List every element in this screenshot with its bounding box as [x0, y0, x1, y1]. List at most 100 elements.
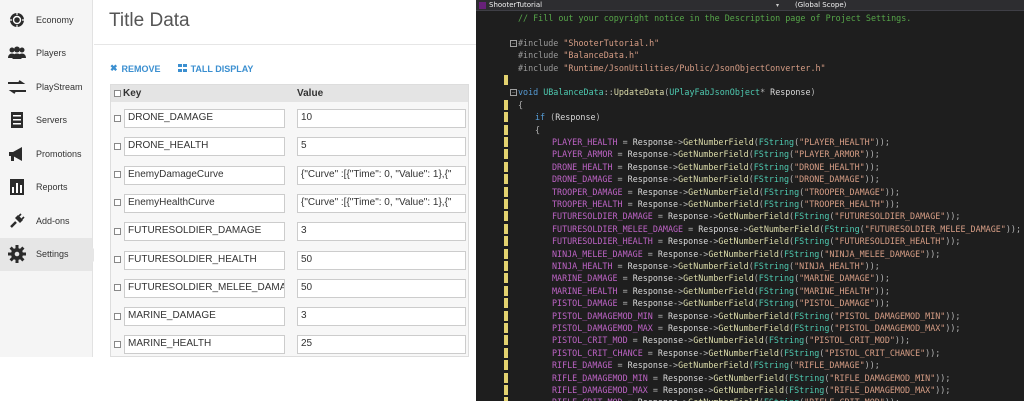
field-name: PISTOL_CRIT_MOD [552, 335, 628, 346]
sidebar-item-players[interactable]: Players [0, 37, 92, 71]
field-key-string: "RIFLE_DAMAGE" [794, 360, 865, 371]
value-field[interactable]: {"Curve" :[{"Time": 0, "Value": 1},{" [297, 193, 466, 213]
change-marker [504, 372, 508, 383]
sidebar-item-economy[interactable]: Economy [0, 3, 92, 37]
key-field[interactable]: FUTURESOLDIER_MELEE_DAMAGE [124, 278, 285, 298]
change-marker [504, 236, 508, 247]
row-checkbox[interactable] [114, 114, 121, 122]
fstring-type: FString [763, 186, 800, 197]
project-dropdown[interactable]: ShooterTutorial [476, 1, 776, 9]
change-marker [504, 137, 508, 147]
key-field[interactable]: MARINE_DAMAGE [124, 307, 285, 327]
param-name: Response [638, 397, 678, 401]
key-column-header: Key [111, 88, 296, 99]
field-name: PISTOL_DAMAGEMOD_MIN [552, 310, 653, 321]
key-field[interactable]: DRONE_DAMAGE [124, 109, 285, 128]
change-marker [504, 273, 508, 284]
sidebar-item-promotions[interactable]: Promotions [0, 137, 92, 171]
getter-call: GetNumberField [683, 285, 754, 296]
collapse-icon[interactable]: − [510, 89, 517, 97]
value-field[interactable]: 50 [297, 278, 466, 298]
change-marker [504, 112, 508, 123]
row-checkbox[interactable] [114, 284, 121, 292]
field-key-string: "MARINE_DAMAGE" [799, 273, 875, 284]
field-name: PLAYER_ARMOR [552, 149, 613, 160]
value-field[interactable]: 3 [297, 307, 466, 327]
row-checkbox[interactable] [114, 312, 121, 320]
code-editor: ShooterTutorial ▾ (Global Scope) // Fill… [476, 0, 1024, 401]
param-name: Response [627, 161, 668, 172]
change-marker [504, 285, 508, 296]
getter-call: GetNumberField [693, 335, 764, 346]
fstring-type: FString [789, 372, 825, 383]
fstring-type: FString [753, 161, 790, 172]
include-path: "Runtime/JsonUtilities/Public/JsonObject… [563, 62, 826, 73]
return-type: void [518, 87, 539, 98]
table-row: DRONE_HEALTH 5 [111, 132, 468, 160]
value-field[interactable]: 25 [297, 335, 466, 355]
change-marker [504, 310, 508, 321]
key-field[interactable]: EnemyDamageCurve [124, 165, 285, 185]
title-divider [94, 44, 476, 45]
value-column-header: Value [297, 88, 324, 99]
row-checkbox[interactable] [114, 227, 121, 235]
code-line: PLAYER_HEALTH = Response->GetNumberField… [476, 136, 1024, 148]
fstring-type: FString [789, 385, 825, 395]
code-line: FUTURESOLDIER_MELEE_DAMAGE = Response->G… [476, 223, 1024, 235]
value-field[interactable]: 50 [297, 250, 466, 270]
field-key-string: "PISTOL_DAMAGEMOD_MIN" [834, 310, 946, 321]
getter-call: GetNumberField [683, 273, 754, 284]
code-line: PISTOL_DAMAGE = Response->GetNumberField… [476, 297, 1024, 309]
remove-button[interactable]: ✖ REMOVE [110, 63, 161, 74]
project-name: ShooterTutorial [489, 1, 543, 9]
key-field[interactable]: EnemyHealthCurve [124, 193, 285, 213]
sidebar-item-playstream[interactable]: PlayStream [0, 70, 92, 104]
code-line: DRONE_DAMAGE = Response->GetNumberField(… [476, 173, 1024, 185]
change-marker [504, 298, 508, 309]
field-key-string: "TROOPER_DAMAGE" [804, 186, 885, 197]
field-name: MARINE_DAMAGE [552, 273, 618, 284]
row-checkbox[interactable] [114, 142, 121, 150]
row-checkbox[interactable] [114, 340, 121, 348]
sidebar-item-servers[interactable]: Servers [0, 104, 92, 138]
change-marker [504, 248, 508, 259]
select-all-checkbox[interactable] [114, 90, 121, 97]
field-key-string: "PLAYER_ARMOR" [794, 149, 865, 160]
code-area[interactable]: // Fill out your copyright notice in the… [476, 12, 1024, 401]
key-field[interactable]: FUTURESOLDIER_HEALTH [124, 250, 285, 270]
row-checkbox[interactable] [114, 171, 121, 179]
value-field[interactable]: 5 [297, 137, 466, 157]
key-field[interactable]: FUTURESOLDIER_DAMAGE [124, 222, 285, 242]
param-name: Response [667, 211, 709, 222]
value-field[interactable]: 3 [297, 222, 466, 242]
value-field[interactable]: 10 [297, 109, 466, 128]
getter-call: GetNumberField [718, 236, 790, 247]
row-checkbox[interactable] [114, 199, 121, 207]
field-key-string: "DRONE_HEALTH" [794, 161, 865, 172]
getter-call: GetNumberField [678, 360, 749, 371]
change-marker [504, 186, 508, 197]
param-name: Response [667, 323, 709, 333]
code-line: { [476, 124, 1024, 136]
field-name: TROOPER_DAMAGE [552, 186, 623, 197]
sidebar-item-label: Reports [36, 182, 68, 193]
tall-display-label: TALL DISPLAY [190, 63, 254, 74]
tall-display-button[interactable]: TALL DISPLAY [177, 63, 254, 74]
getter-call: GetNumberField [718, 310, 790, 321]
getter-call: GetNumberField [683, 137, 754, 147]
sidebar-item-settings[interactable]: Settings [0, 237, 100, 271]
value-field[interactable]: {"Curve" :[{"Time": 0, "Value": 1},{" [297, 165, 466, 185]
code-line: if (Response) [476, 111, 1024, 123]
getter-call: GetNumberField [748, 223, 820, 234]
key-field[interactable]: MARINE_HEALTH [124, 335, 285, 355]
sidebar-item-label: Promotions [36, 148, 82, 159]
sidebar-item-add-ons[interactable]: Add-ons [0, 204, 92, 238]
collapse-icon[interactable]: − [510, 39, 517, 47]
key-field[interactable]: DRONE_HEALTH [124, 137, 285, 157]
sidebar-item-reports[interactable]: Reports [0, 171, 92, 205]
change-marker [504, 149, 508, 160]
change-marker [504, 347, 508, 358]
scope-dropdown[interactable]: (Global Scope) [779, 1, 846, 9]
row-checkbox[interactable] [114, 256, 121, 263]
function-name: UpdateData [613, 87, 665, 98]
